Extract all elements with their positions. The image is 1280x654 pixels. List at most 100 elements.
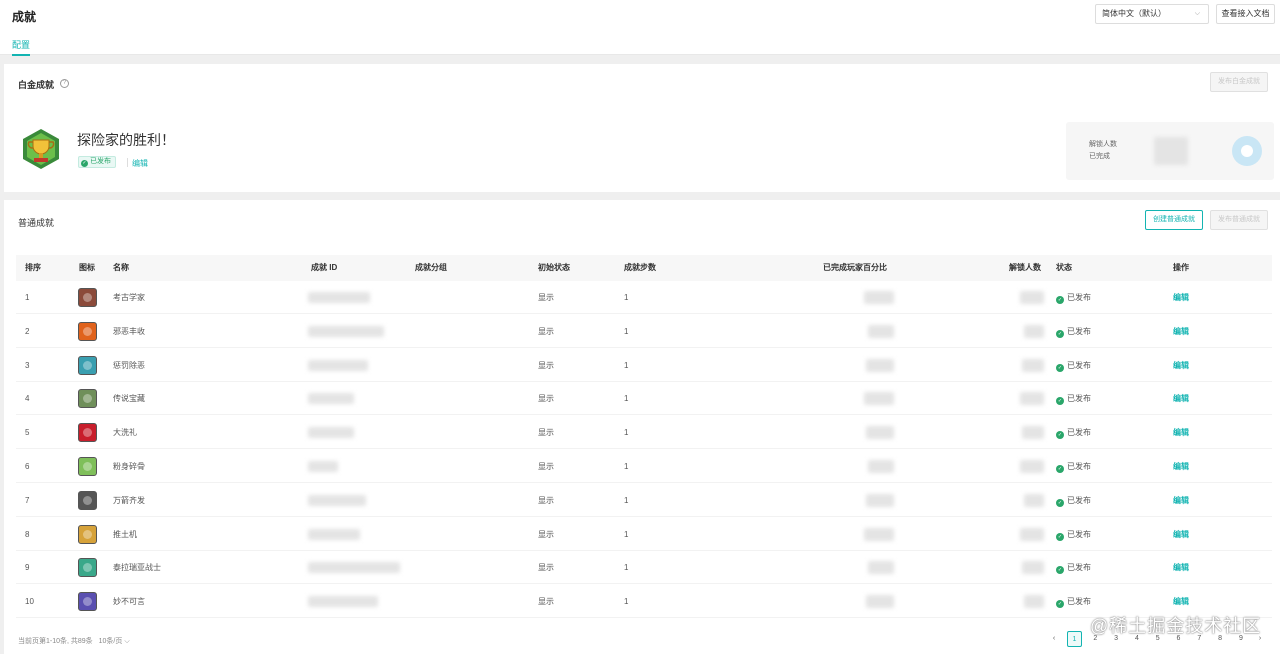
table-header: 排序 图标 名称 成就 ID 成就分组 初始状态 成就步数 已完成玩家百分比 解…: [16, 255, 1272, 281]
tab-config[interactable]: 配置: [12, 38, 31, 56]
table-row: 4 传说宝藏 显示 1 ✓ 已发布 编辑: [16, 382, 1272, 416]
redacted-percent: [866, 595, 894, 609]
table-row: 2 邪恶丰收 显示 1 ✓ 已发布 编辑: [16, 315, 1272, 348]
column-header: 初始状态: [538, 263, 570, 272]
column-header: 名称: [113, 263, 129, 272]
initial-state: 显示: [538, 563, 554, 573]
step-count: 1: [624, 495, 629, 505]
column-header: 状态: [1056, 263, 1072, 272]
status-label: 已发布: [1067, 360, 1091, 370]
prev-page-button[interactable]: ‹: [1048, 631, 1060, 647]
help-icon[interactable]: ?: [60, 79, 69, 88]
page-button[interactable]: 1: [1067, 631, 1082, 647]
redacted-unlock-count: [1022, 358, 1044, 372]
achievement-name: 邪恶丰收: [113, 326, 145, 336]
page-size-select[interactable]: 10条/页 ⌵: [99, 638, 130, 645]
order-cell: 3: [25, 360, 30, 370]
initial-state: 显示: [538, 326, 554, 336]
unlock-count-label: 解锁人数: [1089, 141, 1117, 148]
language-select[interactable]: 简体中文（默认） ⌵: [1095, 4, 1209, 24]
order-cell: 7: [25, 495, 30, 505]
order-cell: 10: [25, 597, 34, 607]
edit-link[interactable]: 编辑: [1173, 349, 1189, 382]
redacted-achievement-id: [308, 359, 368, 371]
redacted-unlock-count: [1024, 493, 1044, 507]
check-circle-icon: ✓: [1056, 363, 1064, 372]
step-count: 1: [624, 428, 629, 438]
achievement-icon: [78, 321, 97, 341]
table-row: 3 惩罚除恶 显示 1 ✓ 已发布 编辑: [16, 349, 1272, 382]
column-header: 解锁人数: [1009, 263, 1041, 272]
redacted-unlock-count: [1024, 595, 1044, 609]
platinum-achievement-card: 白金成就 ? 发布白金成就 探险家的胜利！ ✓ 已发布 编辑 解锁人数 已完成: [4, 64, 1280, 192]
initial-state: 显示: [538, 597, 554, 607]
column-header: 图标: [79, 263, 95, 272]
order-cell: 1: [25, 293, 30, 302]
status-badge: ✓ 已发布: [1056, 551, 1091, 584]
publish-platinum-button[interactable]: 发布白金成就: [1210, 72, 1268, 92]
redacted-achievement-id: [308, 427, 354, 439]
normal-section-title: 普通成就: [18, 218, 55, 228]
status-label: 已发布: [1067, 293, 1091, 302]
achievement-name: 妙不可言: [113, 597, 145, 607]
table-row: 6 粉身碎骨 显示 1 ✓ 已发布 编辑: [16, 450, 1272, 483]
redacted-unlock-count: [1020, 460, 1044, 473]
status-badge: ✓ 已发布: [1056, 518, 1091, 551]
edit-link[interactable]: 编辑: [1173, 281, 1189, 314]
initial-state: 显示: [538, 293, 554, 302]
edit-link[interactable]: 编辑: [1173, 518, 1189, 551]
achievement-name: 万箭齐发: [113, 495, 145, 505]
status-label: 已发布: [1067, 462, 1091, 471]
redacted-achievement-id: [308, 494, 366, 506]
column-header: 成就步数: [624, 263, 656, 272]
column-header: 排序: [25, 263, 41, 272]
check-circle-icon: ✓: [1056, 431, 1064, 440]
create-achievement-button[interactable]: 创建普通成就: [1145, 210, 1203, 230]
redacted-percent: [868, 561, 894, 575]
order-cell: 8: [25, 529, 30, 539]
status-badge: ✓ 已发布: [1056, 416, 1091, 449]
column-header: 已完成玩家百分比: [823, 263, 887, 272]
check-circle-icon: ✓: [1056, 329, 1064, 338]
achievement-name: 推土机: [113, 529, 137, 539]
order-cell: 9: [25, 563, 30, 573]
redacted-achievement-id: [308, 325, 384, 337]
redacted-percent: [868, 324, 894, 338]
edit-link[interactable]: 编辑: [1173, 551, 1189, 584]
achievement-icon: [78, 355, 97, 375]
redacted-unlock-count: [1022, 561, 1044, 575]
edit-link[interactable]: 编辑: [1173, 382, 1189, 415]
status-label: 已发布: [1067, 326, 1091, 336]
order-cell: 6: [25, 462, 30, 471]
edit-link[interactable]: 编辑: [1173, 484, 1189, 517]
edit-link[interactable]: 编辑: [1173, 416, 1189, 449]
edit-platinum-link[interactable]: 编辑: [132, 158, 148, 169]
edit-link[interactable]: 编辑: [1173, 315, 1189, 348]
watermark: @稀土掘金技术社区: [1090, 616, 1262, 636]
table-row: 5 大洗礼 显示 1 ✓ 已发布 编辑: [16, 416, 1272, 450]
redacted-percent: [864, 291, 894, 304]
status-badge: ✓ 已发布: [1056, 281, 1091, 314]
chevron-down-icon: ⌵: [1194, 10, 1200, 17]
status-badge: ✓ 已发布: [1056, 315, 1091, 348]
edit-link[interactable]: 编辑: [1173, 450, 1189, 483]
status-label: 已发布: [1067, 428, 1091, 438]
platinum-achievement-name: 探险家的胜利！: [77, 132, 175, 148]
unlock-stats-box: 解锁人数 已完成: [1066, 122, 1274, 180]
step-count: 1: [624, 597, 629, 607]
redacted-achievement-id: [308, 292, 370, 303]
achievement-icon: [78, 558, 97, 578]
redacted-percent: [868, 460, 894, 473]
platinum-section-title: 白金成就: [18, 80, 55, 90]
step-count: 1: [624, 563, 629, 573]
achievement-icon: [78, 457, 97, 476]
status-badge: ✓ 已发布: [1056, 349, 1091, 382]
publish-normal-button[interactable]: 发布普通成就: [1210, 210, 1268, 230]
status-badge: ✓ 已发布: [1056, 450, 1091, 483]
redacted-percent: [866, 358, 894, 372]
redacted-percent: [864, 392, 894, 406]
status-label: 已发布: [1067, 394, 1091, 404]
view-docs-button[interactable]: 查看接入文档: [1216, 4, 1275, 24]
achievement-icon: [78, 592, 97, 612]
status-label: 已发布: [1067, 495, 1091, 505]
